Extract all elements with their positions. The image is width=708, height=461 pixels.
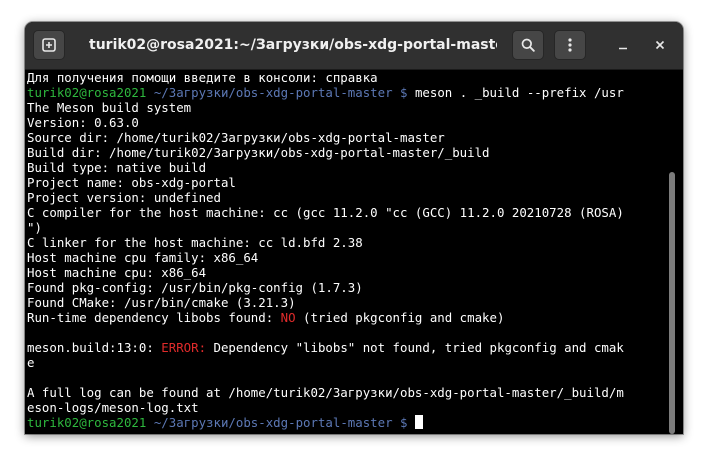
minimize-button[interactable] [608, 30, 638, 60]
new-tab-icon [42, 38, 56, 52]
error-line-wrap: e [27, 355, 35, 370]
error-line: meson.build:13:0: ERROR: Dependency "lib… [27, 340, 668, 355]
output-line: C linker for the host machine: cc ld.bfd… [27, 235, 363, 250]
command-line: turik02@rosa2021 ~/Загрузки/obs-xdg-port… [27, 85, 668, 100]
new-tab-button[interactable] [33, 30, 65, 60]
search-icon [521, 38, 535, 52]
output-line: Found CMake: /usr/bin/cmake (3.21.3) [27, 295, 296, 310]
prompt-line: turik02@rosa2021 ~/Загрузки/obs-xdg-port… [27, 415, 668, 430]
log-line-wrap: eson-logs/meson-log.txt [27, 400, 199, 415]
headerbar: turik02@rosa2021:~/Загрузки/obs-xdg-port… [25, 22, 683, 70]
menu-button[interactable] [554, 30, 586, 60]
output-line: Build dir: /home/turik02/Загрузки/obs-xd… [27, 145, 490, 160]
output-line: Found pkg-config: /usr/bin/pkg-config (1… [27, 280, 363, 295]
scrollbar[interactable] [669, 172, 675, 434]
kebab-menu-icon [568, 38, 572, 52]
output-line: ") [27, 220, 42, 235]
prompt-path: ~/Загрузки/obs-xdg-portal-master $ [153, 415, 408, 430]
prompt-user: turik02@rosa2021 [27, 415, 147, 430]
dep-status-no: NO [280, 310, 296, 325]
search-button[interactable] [512, 30, 544, 60]
dep-prefix: Run-time dependency libobs found: [27, 310, 281, 325]
minimize-icon [619, 47, 627, 50]
prompt-path: ~/Загрузки/obs-xdg-portal-master $ [153, 85, 408, 100]
output-line: C compiler for the host machine: cc (gcc… [27, 205, 624, 220]
output-line: Build type: native build [27, 160, 207, 175]
command-text: meson . _build --prefix /usr [414, 85, 624, 100]
dep-suffix: (tried pkgconfig and cmake) [295, 310, 505, 325]
text-cursor [414, 415, 423, 429]
close-button[interactable] [645, 30, 675, 60]
window-title: turik02@rosa2021:~/Загрузки/obs-xdg-port… [89, 37, 497, 53]
output-line: Project name: obs-xdg-portal [27, 175, 236, 190]
output-line: The Meson build system [27, 100, 192, 115]
error-message: Dependency "libobs" not found, tried pkg… [206, 340, 624, 355]
close-icon [655, 40, 665, 50]
output-line: Host machine cpu family: x86_64 [27, 250, 259, 265]
output-line: Host machine cpu: x86_64 [27, 265, 207, 280]
output-line: Version: 0.63.0 [27, 115, 139, 130]
error-location: meson.build:13:0: [27, 340, 162, 355]
terminal-output[interactable]: Для получения помощи введите в консоли: … [27, 70, 668, 434]
help-line: Для получения помощи введите в консоли: … [27, 70, 378, 85]
output-line: Project version: undefined [27, 190, 221, 205]
dependency-line: Run-time dependency libobs found: NO (tr… [27, 310, 668, 325]
output-line: Source dir: /home/turik02/Загрузки/obs-x… [27, 130, 445, 145]
log-line: A full log can be found at /home/turik02… [27, 385, 624, 400]
terminal-window: turik02@rosa2021:~/Загрузки/obs-xdg-port… [25, 22, 683, 434]
prompt-user: turik02@rosa2021 [27, 85, 147, 100]
error-label: ERROR: [161, 340, 207, 355]
